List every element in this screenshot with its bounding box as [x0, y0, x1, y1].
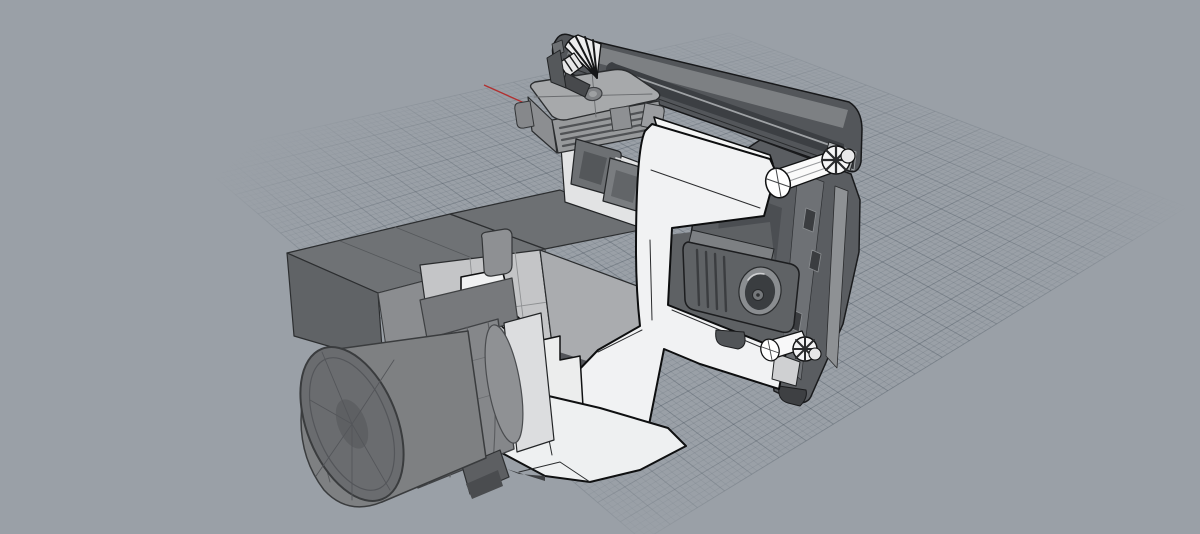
cad-viewport[interactable]	[0, 0, 1200, 534]
motor-hole-hub-dot	[756, 293, 760, 297]
viewport-canvas[interactable]	[0, 0, 1200, 534]
bottom-pin-tip	[808, 347, 822, 361]
latch-tab	[480, 228, 513, 277]
top-box-clip-left	[514, 100, 535, 129]
top-box-mid-tab	[609, 105, 633, 132]
top-pin-tip	[840, 148, 856, 164]
